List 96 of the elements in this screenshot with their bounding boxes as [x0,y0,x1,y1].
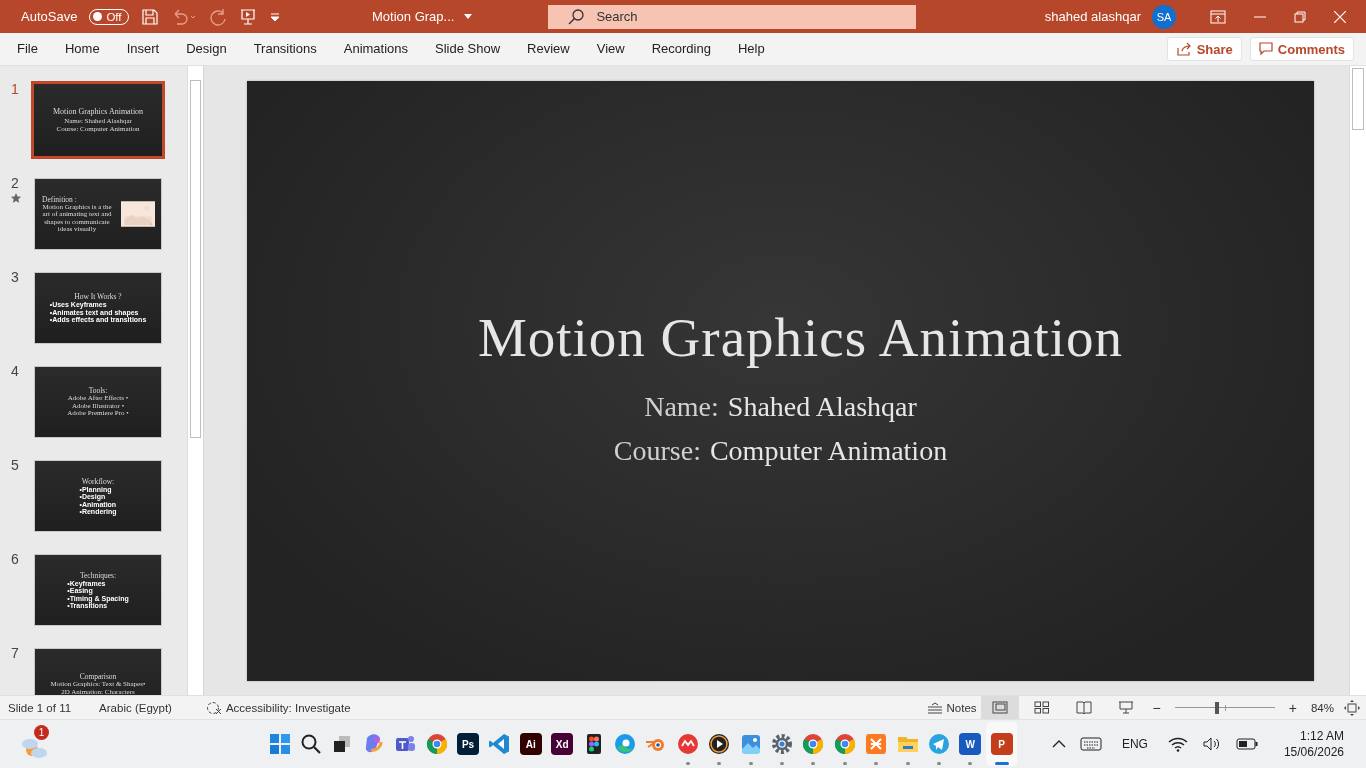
redo-icon[interactable] [208,7,227,26]
windows-logo-icon[interactable] [267,732,292,756]
slide-title: Motion Graphics Animation [477,305,1124,369]
star-icon [11,193,21,203]
ribbon-tab[interactable]: Slide Show [425,34,511,64]
slide-title: Motion Graphics Animation [52,107,144,116]
share-button[interactable]: Share [1166,37,1242,61]
running-indicator [811,762,816,765]
field-value: Shahed Alashqar [727,390,917,423]
speaker-icon[interactable] [1201,736,1222,752]
accessibility-button[interactable]: Accessibility: Investigate [205,700,351,715]
close-icon[interactable] [1334,10,1346,23]
ribbon-tab[interactable]: Insert [116,34,170,64]
running-indicator [842,762,847,765]
battery-icon[interactable] [1235,738,1258,750]
scrollbar[interactable] [1349,66,1366,695]
running-indicator [748,762,753,765]
normal-view-icon [991,701,1008,714]
ribbon-tab[interactable]: Transitions [243,34,327,64]
comments-button[interactable]: Comments [1249,37,1354,61]
browser-icon[interactable] [613,732,637,756]
field-value: Computer Animation [709,434,948,467]
notes-icon [926,701,943,714]
running-indicator [905,762,910,765]
clock-time[interactable]: 1:12 AM [1299,728,1344,744]
slide-number: 4 [11,364,19,378]
comment-icon [1258,42,1273,56]
running-indicator [779,762,784,765]
fit-to-window-icon[interactable] [1344,699,1360,716]
paper-plane-icon[interactable] [926,732,951,756]
running-indicator [874,762,879,765]
zoom-in-button[interactable]: + [1284,699,1301,716]
autosave-label: AutoSave [21,9,78,24]
slide-number: 7 [11,646,19,660]
ribbon-tab[interactable]: Animations [333,34,419,64]
ribbon-display-icon[interactable] [1210,9,1226,24]
running-indicator [936,762,941,765]
keyboard-icon[interactable] [1079,737,1102,751]
caret-icon [464,13,473,20]
field-label: Name: [644,390,719,423]
ribbon-tab[interactable]: Recording [641,34,721,64]
ribbon-tab[interactable]: Home [54,34,110,64]
accessibility-icon [205,700,222,715]
language-indicator[interactable]: ENG [1121,737,1148,751]
slide-number: 5 [11,458,19,472]
book-icon [1075,701,1092,714]
running-indicator [968,762,973,765]
presentation-icon[interactable] [238,7,257,26]
notification-badge: 1 [34,725,49,740]
ribbon-tab[interactable]: File [7,34,48,64]
grid-icon [1033,701,1050,714]
app-icon[interactable]: P [990,733,1013,755]
document-title[interactable]: Motion Grap... [372,9,473,24]
clock-date[interactable]: 15/06/2026 [1283,744,1344,760]
notes-button[interactable]: Notes [926,701,977,714]
app-icon[interactable] [675,732,700,756]
code-editor-icon[interactable] [487,732,512,756]
search-field[interactable]: Search [548,4,917,29]
slide-count: Slide 1 of 11 [8,701,72,714]
language-button[interactable]: Arabic (Egypt) [99,701,172,714]
browser-icon[interactable] [801,732,826,756]
ribbon-tab[interactable]: Help [727,34,775,64]
ribbon-tab[interactable]: Review [517,34,580,64]
field-label: Course: [613,434,701,467]
user-avatar[interactable]: SA [1152,4,1176,29]
wifi-icon[interactable] [1167,736,1188,752]
app-icon[interactable]: Ai [519,733,542,755]
zoom-out-button[interactable]: − [1148,699,1165,716]
share-icon [1175,42,1192,56]
grid-logo-icon[interactable] [864,732,889,756]
app-icon[interactable]: W [959,733,982,755]
running-indicator [994,762,1009,765]
user-name: shahed alashqar [1044,9,1141,24]
slide-number: 2 [11,176,19,190]
app-icon[interactable]: Xd [551,733,574,755]
slider-thumb[interactable] [1214,701,1219,714]
gear-icon[interactable] [769,732,794,756]
browser-icon[interactable] [424,732,449,756]
save-icon[interactable] [140,7,159,26]
customize-menu-icon[interactable] [268,10,281,23]
slide-number: 1 [11,82,19,96]
zoom-level[interactable]: 84% [1310,701,1334,714]
ribbon-tab[interactable]: Design [176,34,237,64]
presentation-icon [1117,701,1134,714]
browser-icon[interactable] [832,732,857,756]
running-indicator [685,762,690,765]
slide-number: 6 [11,552,19,566]
ribbon-tab[interactable]: View [586,34,635,64]
scrollbar[interactable] [187,66,203,695]
restore-icon[interactable] [1294,10,1306,23]
search-icon [568,8,585,25]
running-indicator [717,762,722,765]
play-icon[interactable] [707,732,732,756]
chevron-up-icon[interactable] [1051,739,1066,749]
app-icon[interactable]: Ps [457,733,480,755]
slide-number: 3 [11,270,19,284]
